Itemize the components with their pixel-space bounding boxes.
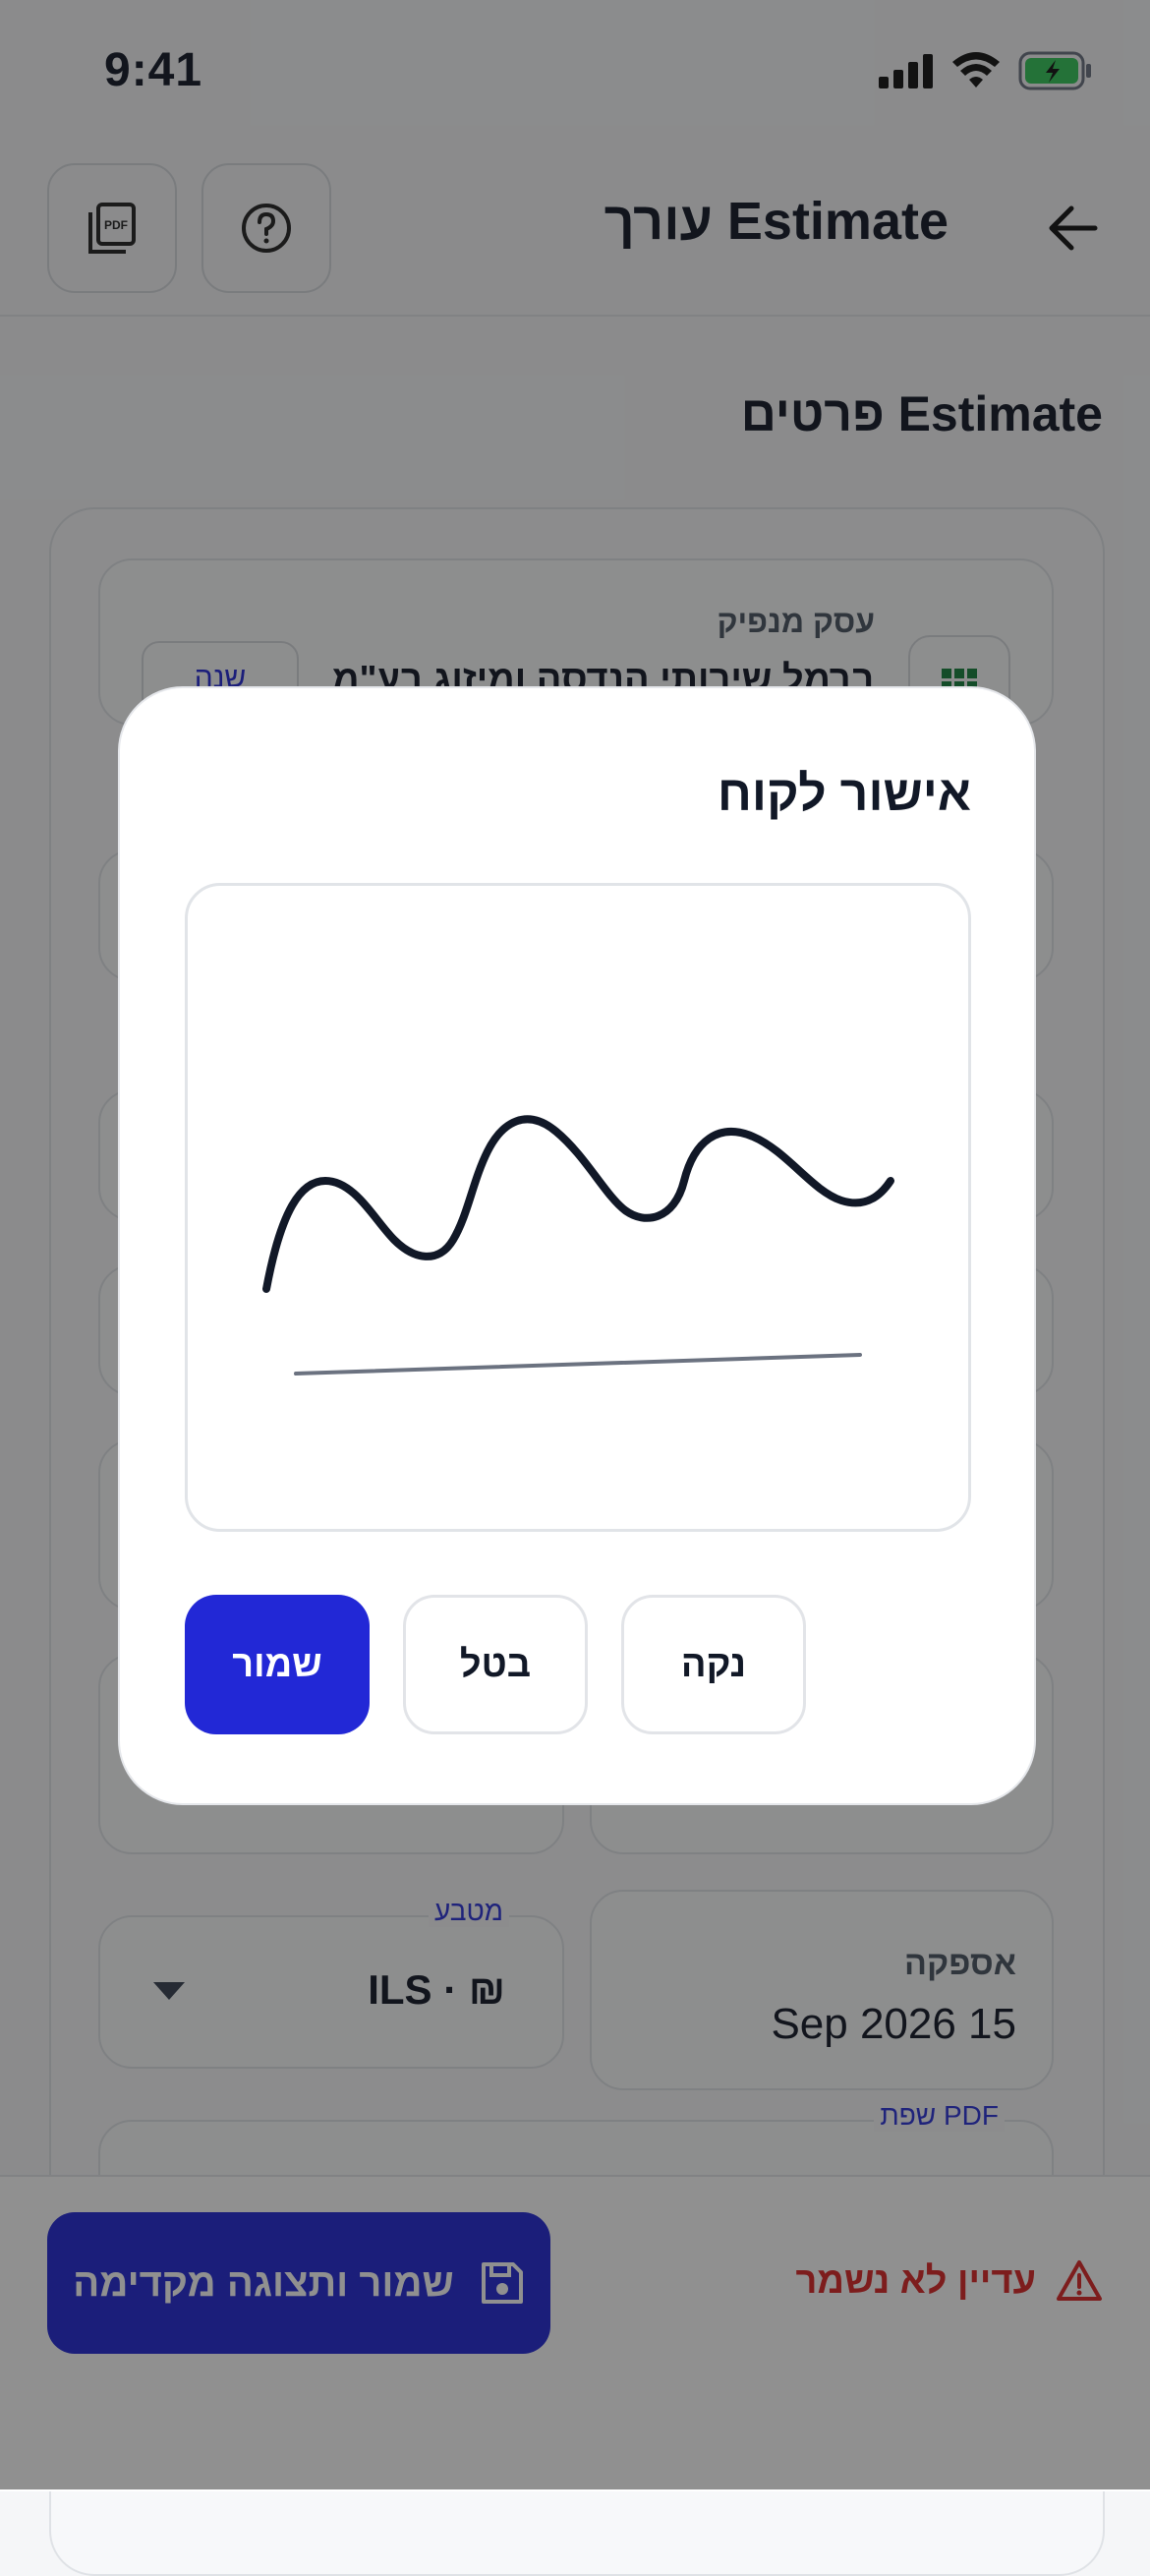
cancel-label: בטל: [459, 1643, 532, 1685]
cancel-button[interactable]: בטל: [403, 1595, 588, 1734]
signature-baseline: [294, 1353, 862, 1376]
save-signature-label: שמור: [232, 1643, 322, 1685]
signature-pad[interactable]: [185, 883, 971, 1532]
clear-button[interactable]: נקה: [621, 1595, 806, 1734]
clear-label: נקה: [680, 1643, 747, 1685]
signature-modal: אישור לקוח שמור בטל נקה: [118, 686, 1036, 1805]
save-signature-button[interactable]: שמור: [185, 1595, 370, 1734]
modal-title: אישור לקוח: [717, 766, 971, 821]
signature-drawing: [262, 1115, 894, 1376]
